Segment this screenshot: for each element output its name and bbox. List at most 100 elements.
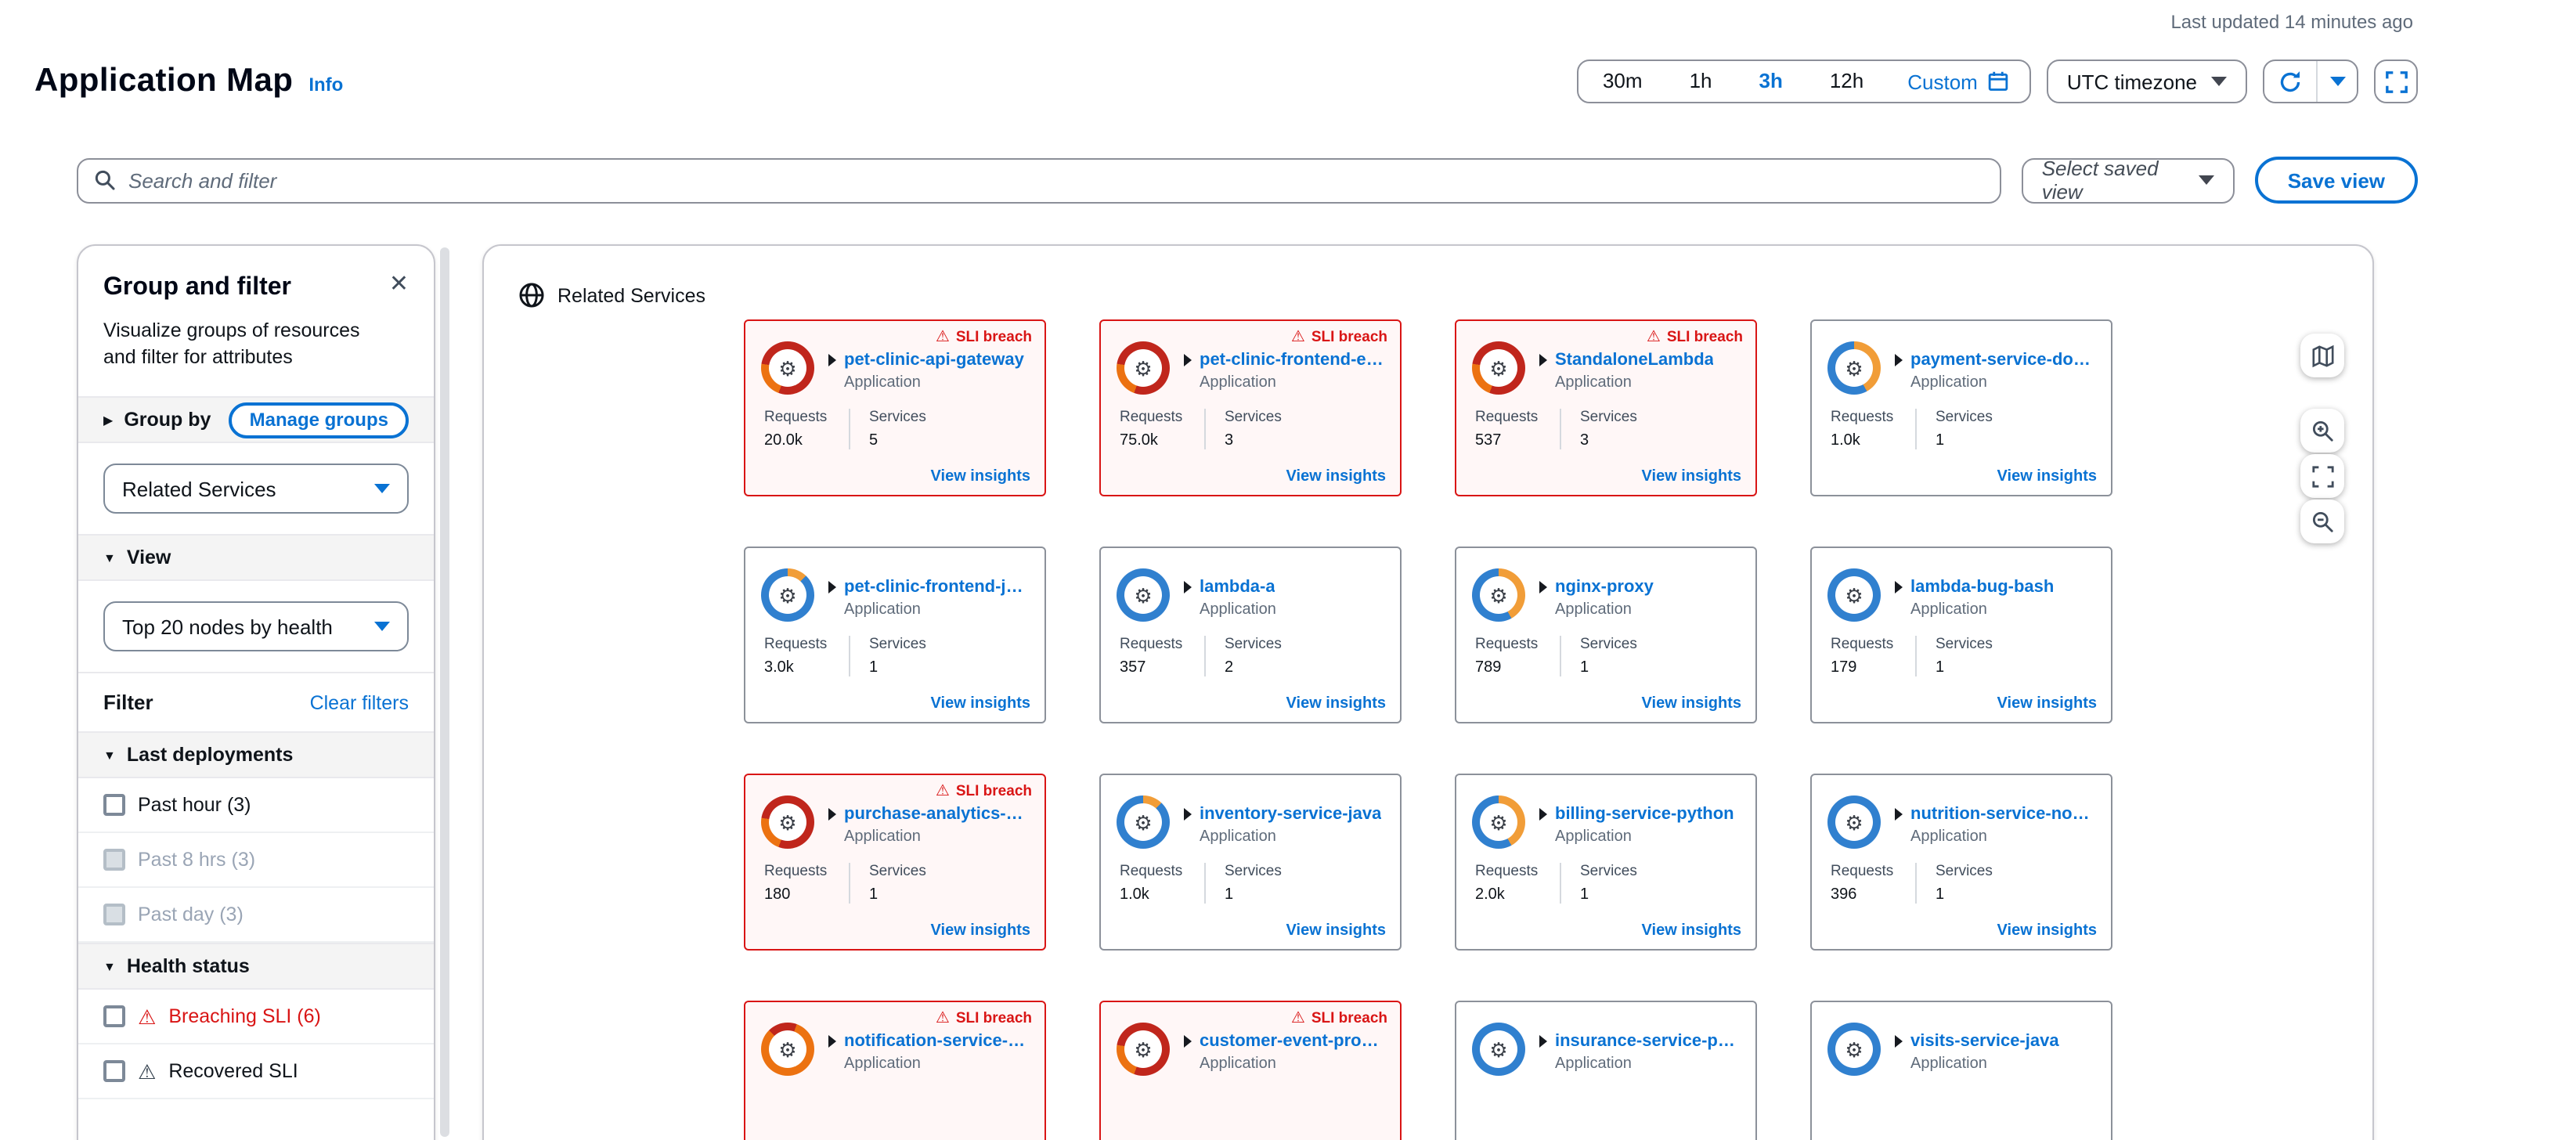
service-name-link[interactable]: payment-service-dotnet: [1910, 351, 2095, 370]
view-insights-link[interactable]: View insights: [1997, 922, 2097, 940]
fullscreen-button[interactable]: [2374, 60, 2418, 103]
health-filter-list: ⚠ Breaching SLI (6) ⚠ Recovered SLI: [78, 990, 434, 1099]
service-card[interactable]: ⚠ SLI breach ⚙ pet-clinic-frontend-java: [744, 547, 1046, 723]
card-stats: Requests 357 Services 2: [1120, 636, 1384, 676]
time-range-option[interactable]: 3h: [1736, 61, 1806, 102]
view-insights-link[interactable]: View insights: [1286, 922, 1386, 940]
services-value: 1: [1936, 886, 2004, 904]
view-select[interactable]: Top 20 nodes by health: [103, 601, 409, 651]
services-value: 1: [1580, 659, 1649, 676]
divider: [1915, 409, 1917, 449]
service-card[interactable]: ⚠ SLI breach ⚙ purchase-analytics-en...: [744, 774, 1046, 951]
warning-icon: ⚠: [936, 330, 950, 345]
group-by-header: ▶ Group by Manage groups: [78, 396, 434, 443]
warning-icon: ⚠: [138, 1006, 156, 1026]
chevron-down-icon: [2329, 77, 2345, 86]
zoom-in-icon: [2311, 419, 2334, 442]
last-deployments-toggle[interactable]: ▼ Last deployments: [103, 744, 293, 766]
service-card[interactable]: ⚠ SLI breach ⚙ pet-clinic-frontend-ec...: [1099, 319, 1402, 496]
refresh-button[interactable]: [2264, 61, 2316, 102]
time-range-option[interactable]: 1h: [1666, 61, 1736, 102]
card-stats: Requests 180 Services 1: [764, 863, 1029, 904]
service-name-link[interactable]: customer-event-proce...: [1200, 1032, 1384, 1051]
time-range-option[interactable]: 12h: [1806, 61, 1887, 102]
deployment-filter-option[interactable]: Past 8 hrs (3): [78, 833, 434, 888]
group-by-toggle[interactable]: ▶ Group by: [103, 409, 211, 431]
gear-icon: ⚙: [778, 585, 796, 605]
service-name-link[interactable]: purchase-analytics-en...: [844, 805, 1029, 824]
view-insights-link[interactable]: View insights: [1642, 468, 1741, 485]
service-name-link[interactable]: pet-clinic-api-gateway: [844, 351, 1024, 370]
checkbox[interactable]: [103, 1005, 125, 1027]
service-card[interactable]: ⚠ SLI breach ⚙ StandaloneLambda Appl: [1455, 319, 1757, 496]
health-status-toggle[interactable]: ▼ Health status: [103, 955, 250, 977]
view-insights-link[interactable]: View insights: [1997, 695, 2097, 712]
service-type-label: Application: [844, 601, 1029, 619]
service-name-link[interactable]: insurance-service-pyth...: [1555, 1032, 1740, 1051]
time-range-option[interactable]: 30m: [1579, 61, 1666, 102]
clear-filters-link[interactable]: Clear filters: [310, 691, 409, 713]
services-value: 1: [869, 886, 938, 904]
health-filter-option[interactable]: ⚠ Breaching SLI (6): [78, 990, 434, 1044]
service-card[interactable]: ⚠ SLI breach ⚙ insurance-service-pyth...: [1455, 1001, 1757, 1140]
manage-groups-button[interactable]: Manage groups: [229, 402, 409, 438]
close-icon[interactable]: ✕: [389, 271, 409, 299]
checkbox[interactable]: [103, 794, 125, 816]
service-name-link[interactable]: notification-service-java: [844, 1032, 1029, 1051]
health-filter-option[interactable]: ⚠ Recovered SLI: [78, 1044, 434, 1099]
view-insights-link[interactable]: View insights: [931, 468, 1030, 485]
zoom-in-button[interactable]: [2300, 409, 2344, 453]
service-card[interactable]: ⚠ SLI breach ⚙ pet-clinic-api-gateway: [744, 319, 1046, 496]
view-insights-link[interactable]: View insights: [931, 695, 1030, 712]
sidebar-scrollbar[interactable]: [440, 247, 449, 1137]
saved-view-select[interactable]: Select saved view: [2022, 157, 2235, 203]
deployment-filter-option[interactable]: Past hour (3): [78, 778, 434, 833]
service-name-link[interactable]: lambda-bug-bash: [1910, 578, 2054, 597]
view-insights-link[interactable]: View insights: [1642, 695, 1741, 712]
service-name-link[interactable]: visits-service-java: [1910, 1032, 2059, 1051]
checkbox[interactable]: [103, 1060, 125, 1082]
service-name-link[interactable]: inventory-service-java: [1200, 805, 1381, 824]
deployment-filter-option[interactable]: Past day (3): [78, 888, 434, 943]
service-card[interactable]: ⚠ SLI breach ⚙ notification-service-java: [744, 1001, 1046, 1140]
info-link[interactable]: Info: [308, 74, 343, 100]
service-name-link[interactable]: pet-clinic-frontend-java: [844, 578, 1029, 597]
service-name-link[interactable]: nginx-proxy: [1555, 578, 1654, 597]
save-view-button[interactable]: Save view: [2255, 157, 2418, 204]
search-input[interactable]: [128, 168, 1984, 192]
zoom-out-button[interactable]: [2300, 500, 2344, 543]
service-card[interactable]: ⚠ SLI breach ⚙ customer-event-proce...: [1099, 1001, 1402, 1140]
service-health-ring-icon: ⚙: [1117, 795, 1170, 849]
view-insights-link[interactable]: View insights: [1286, 468, 1386, 485]
divider: [1915, 863, 1917, 904]
service-card[interactable]: ⚠ SLI breach ⚙ nginx-proxy Applicati: [1455, 547, 1757, 723]
service-name-link[interactable]: nutrition-service-nodejs: [1910, 805, 2095, 824]
requests-label: Requests: [1831, 863, 1900, 880]
service-card[interactable]: ⚠ SLI breach ⚙ lambda-bug-bash Appli: [1810, 547, 2112, 723]
chevron-down-icon: [2211, 77, 2227, 86]
fit-to-screen-button[interactable]: [2300, 454, 2344, 498]
view-insights-link[interactable]: View insights: [1286, 695, 1386, 712]
service-card[interactable]: ⚠ SLI breach ⚙ nutrition-service-nodejs: [1810, 774, 2112, 951]
view-toggle[interactable]: ▼ View: [103, 547, 171, 568]
service-card[interactable]: ⚠ SLI breach ⚙ payment-service-dotnet: [1810, 319, 2112, 496]
service-card[interactable]: ⚠ SLI breach ⚙ lambda-a Application: [1099, 547, 1402, 723]
service-name-link[interactable]: billing-service-python: [1555, 805, 1734, 824]
requests-label: Requests: [764, 409, 833, 426]
service-name-link[interactable]: lambda-a: [1200, 578, 1275, 597]
checkbox[interactable]: [103, 904, 125, 925]
service-name-link[interactable]: StandaloneLambda: [1555, 351, 1714, 370]
service-card[interactable]: ⚠ SLI breach ⚙ visits-service-java A: [1810, 1001, 2112, 1140]
service-card[interactable]: ⚠ SLI breach ⚙ billing-service-python: [1455, 774, 1757, 951]
group-by-select[interactable]: Related Services: [103, 464, 409, 514]
view-insights-link[interactable]: View insights: [931, 922, 1030, 940]
view-insights-link[interactable]: View insights: [1997, 468, 2097, 485]
view-insights-link[interactable]: View insights: [1642, 922, 1741, 940]
custom-time-range-button[interactable]: Custom: [1887, 70, 2029, 93]
refresh-options-button[interactable]: [2316, 61, 2357, 102]
service-card[interactable]: ⚠ SLI breach ⚙ inventory-service-java: [1099, 774, 1402, 951]
service-name-link[interactable]: pet-clinic-frontend-ec...: [1200, 351, 1384, 370]
checkbox[interactable]: [103, 849, 125, 871]
timezone-dropdown[interactable]: UTC timezone: [2047, 60, 2247, 103]
map-legend-button[interactable]: [2300, 334, 2344, 377]
